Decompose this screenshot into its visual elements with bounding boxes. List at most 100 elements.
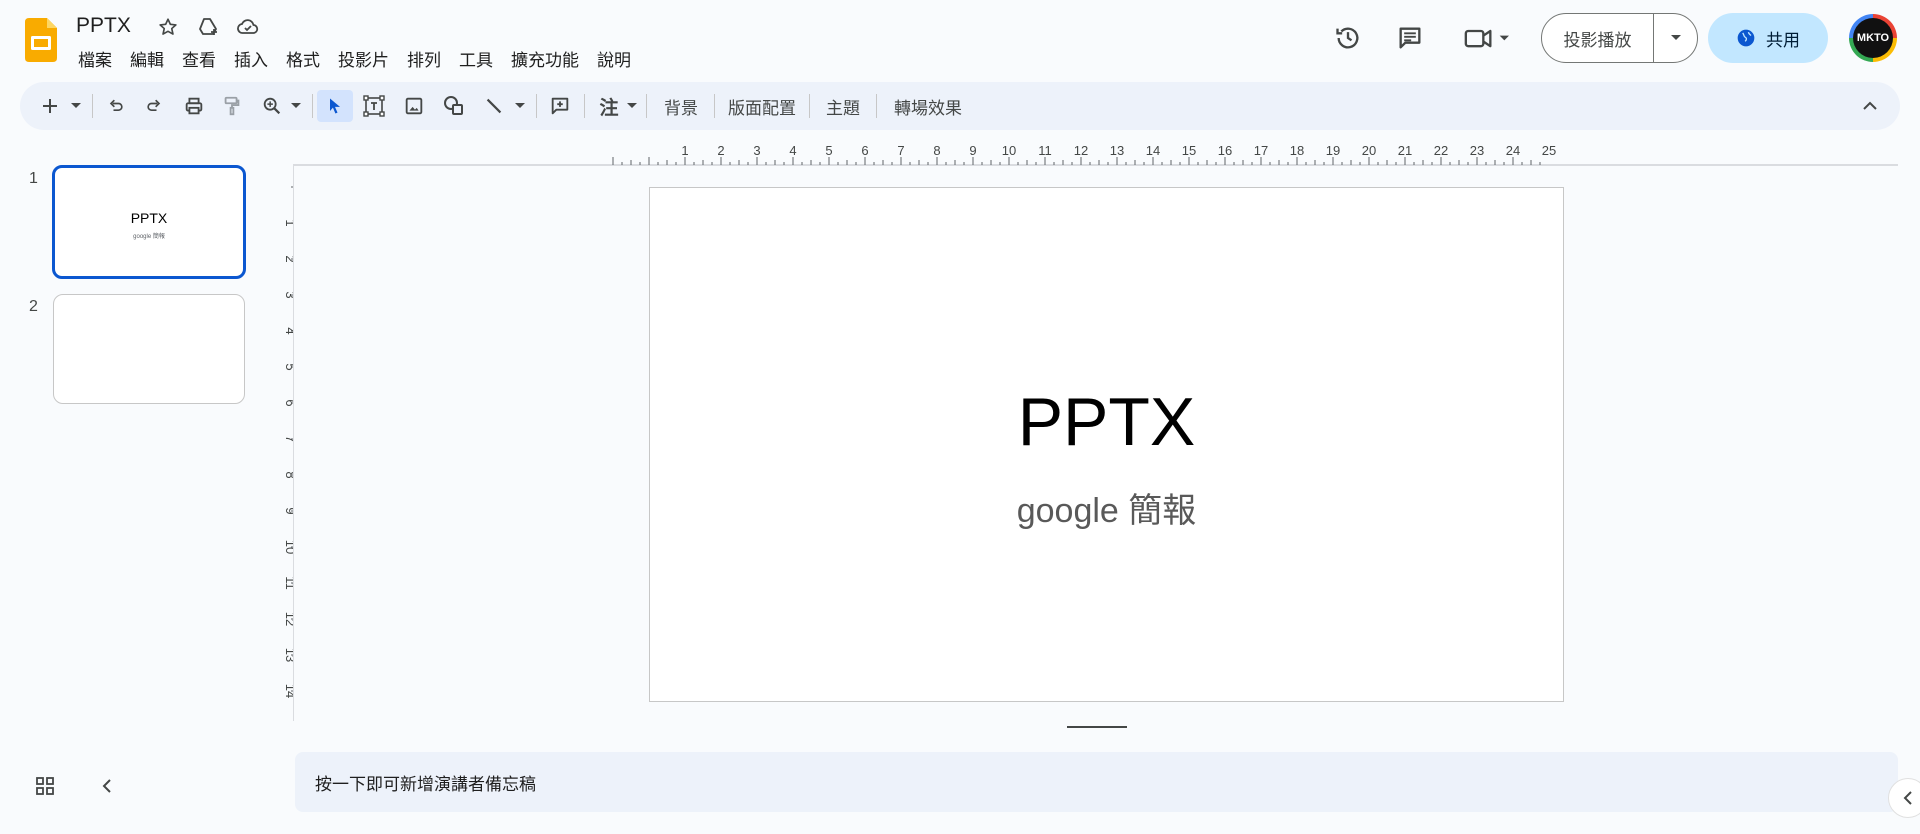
toolbar-divider (876, 94, 877, 118)
ruler-label: 13 (1110, 143, 1124, 158)
horizontal-ruler[interactable]: 1 2 3 4 5 6 7 8 9 10 11 12 13 14 15 16 17 18 19 20 21 22 23 24 2… (293, 141, 1898, 165)
zoom-icon (263, 97, 281, 115)
collapse-filmstrip-button[interactable] (95, 774, 119, 798)
menu-slide[interactable]: 投影片 (338, 46, 398, 71)
menu-help[interactable]: 說明 (597, 46, 640, 71)
chevron-down-icon (291, 103, 301, 108)
toolbar-divider (714, 94, 715, 118)
slide-title[interactable]: PPTX (650, 383, 1563, 461)
add-comment-button[interactable] (544, 90, 576, 122)
undo-button[interactable] (102, 90, 130, 122)
layout-button[interactable]: 版面配置 (728, 94, 796, 119)
undo-icon (109, 99, 123, 111)
menu-view[interactable]: 查看 (182, 46, 225, 71)
speaker-notes-placeholder: 按一下即可新增演講者備忘稿 (315, 775, 536, 794)
document-title[interactable]: PPTX (76, 14, 131, 38)
present-button[interactable]: 投影播放 (1542, 14, 1654, 62)
theme-button[interactable]: 主題 (826, 94, 860, 119)
menu-arrange[interactable]: 排列 (407, 46, 450, 71)
notes-format-button[interactable]: 注 (594, 90, 624, 122)
insert-image-button[interactable] (398, 90, 430, 122)
share-button[interactable]: 共用 (1708, 13, 1828, 63)
ruler-label: 14 (1146, 143, 1160, 158)
chevron-down-icon (1670, 35, 1681, 40)
zoom-button[interactable] (258, 90, 286, 122)
menu-insert[interactable]: 插入 (234, 46, 277, 71)
slide-thumbnail[interactable]: PPTX google 簡報 (52, 165, 246, 279)
ruler-label: 3 (753, 143, 760, 158)
notes-resize-handle[interactable] (1067, 726, 1127, 728)
redo-button[interactable] (140, 90, 168, 122)
ruler-label: 25 (1542, 143, 1556, 158)
avatar[interactable]: MKTO (1849, 14, 1897, 62)
ruler-label: 15 (1182, 143, 1196, 158)
background-button[interactable]: 背景 (664, 94, 698, 119)
plus-icon (43, 99, 57, 113)
ruler-label: 19 (1326, 143, 1340, 158)
notes-format-label: 注 (599, 97, 619, 119)
hide-menus-button[interactable] (1858, 94, 1882, 118)
line-dropdown[interactable] (512, 90, 528, 122)
ruler-label: 23 (1470, 143, 1484, 158)
avatar-text: MKTO (1853, 18, 1893, 58)
paint-format-icon (224, 96, 240, 116)
cloud-saved-icon[interactable] (235, 14, 261, 40)
shape-button[interactable] (438, 90, 470, 122)
text-box-icon (363, 95, 385, 117)
paint-format-button[interactable] (218, 90, 246, 122)
notes-format-dropdown[interactable] (624, 90, 640, 122)
line-button[interactable] (478, 90, 510, 122)
chevron-up-icon (1863, 101, 1877, 110)
comments-icon[interactable] (1394, 22, 1426, 54)
version-history-icon[interactable] (1332, 22, 1364, 54)
star-icon[interactable] (155, 14, 181, 40)
select-tool-button[interactable] (317, 90, 353, 122)
ruler-label: 8 (933, 143, 940, 158)
slide-canvas[interactable]: PPTX google 簡報 (649, 187, 1564, 702)
ruler-label: 2 (717, 143, 724, 158)
title-bar: PPTX 檔案 編輯 查看 插入 格式 投影片 排列 工具 擴充功能 說明 投影… (0, 0, 1920, 78)
toolbar-divider (809, 94, 810, 118)
new-slide-layout-dropdown[interactable] (68, 90, 84, 122)
toolbar-divider (584, 94, 585, 118)
add-comment-icon (551, 97, 569, 115)
grid-view-button[interactable] (33, 774, 57, 798)
menu-edit[interactable]: 編輯 (130, 46, 173, 71)
ruler-label: 17 (1254, 143, 1268, 158)
move-to-drive-icon[interactable] (195, 14, 221, 40)
slides-logo-icon[interactable] (25, 18, 57, 62)
new-slide-button[interactable] (38, 90, 62, 122)
side-panel-toggle[interactable] (1888, 778, 1920, 818)
print-button[interactable] (180, 90, 208, 122)
ruler-label: 16 (1218, 143, 1232, 158)
chevron-down-icon (627, 103, 637, 108)
menu-extensions[interactable]: 擴充功能 (511, 46, 588, 71)
slide-number: 1 (29, 170, 38, 187)
ruler-label: 20 (1362, 143, 1376, 158)
slide-subtitle[interactable]: google 簡報 (650, 483, 1563, 532)
menu-tools[interactable]: 工具 (459, 46, 502, 71)
chevron-left-icon (1903, 791, 1912, 805)
speaker-notes[interactable]: 按一下即可新增演講者備忘稿 (295, 752, 1898, 812)
toolbar-divider (92, 94, 93, 118)
globe-icon (1737, 29, 1755, 47)
ruler-label: 21 (1398, 143, 1412, 158)
ruler-label: 7 (897, 143, 904, 158)
zoom-dropdown[interactable] (288, 90, 304, 122)
ruler-label: 5 (825, 143, 832, 158)
ruler-label: 24 (1506, 143, 1520, 158)
present-options-button[interactable] (1654, 14, 1697, 62)
slide-thumbnail[interactable] (53, 294, 245, 404)
ruler-label: 12 (1074, 143, 1088, 158)
chevron-down-icon (515, 103, 525, 108)
bottom-left-controls (33, 774, 119, 798)
menu-format[interactable]: 格式 (286, 46, 329, 71)
toolbar-divider (646, 94, 647, 118)
meet-video-icon[interactable] (1460, 22, 1516, 54)
cursor-icon (330, 98, 340, 114)
toolbar-divider (536, 94, 537, 118)
menu-file[interactable]: 檔案 (78, 46, 121, 71)
ruler-label: 22 (1434, 143, 1448, 158)
text-box-button[interactable] (358, 90, 390, 122)
transition-button[interactable]: 轉場效果 (894, 94, 962, 119)
